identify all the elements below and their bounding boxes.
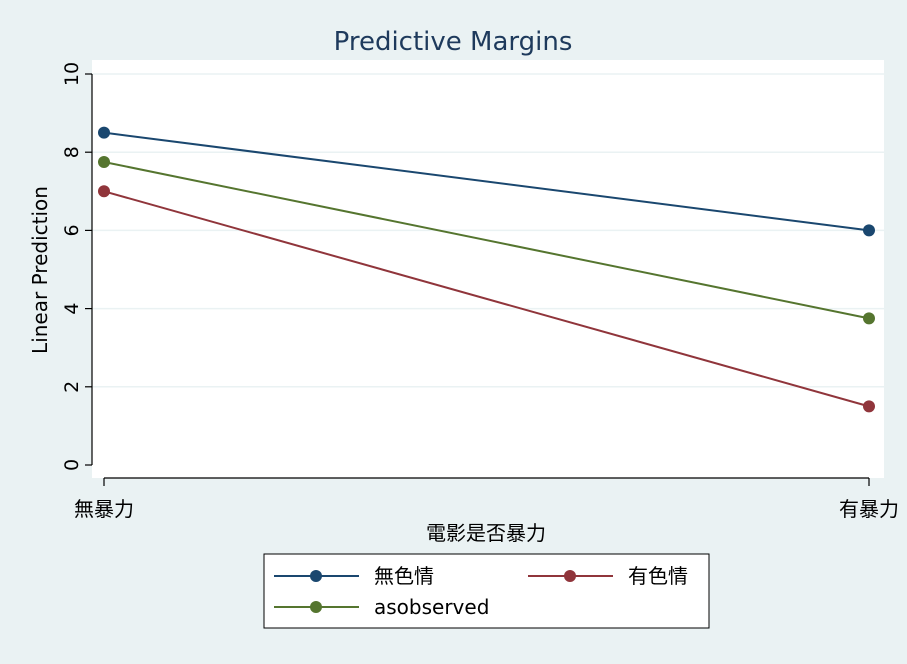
data-point-s0-1 <box>863 224 875 237</box>
legend: 無色情 有色情 asobserved <box>263 553 710 629</box>
legend-label: 有色情 <box>628 564 688 588</box>
legend-label: 無色情 <box>374 564 434 588</box>
chart-title: Predictive Margins <box>334 27 573 57</box>
legend-swatch-marker-1 <box>564 570 576 582</box>
y-tick-label: 2 <box>61 381 83 393</box>
data-point-s2-0 <box>98 155 110 168</box>
chart-root: 0 2 4 6 8 10 無暴力 有暴力 Predictive Margins 電影是否暴力 … <box>0 0 907 660</box>
x-axis-title: 電影是否暴力 <box>426 521 546 545</box>
data-point-s0-0 <box>98 126 110 139</box>
y-tick-label: 0 <box>61 459 83 471</box>
y-tick-label: 8 <box>61 146 83 158</box>
legend-swatch-marker-2 <box>310 601 322 613</box>
y-tick-label: 6 <box>61 224 83 236</box>
y-tick-label: 4 <box>61 303 83 315</box>
data-point-s1-0 <box>98 185 110 198</box>
predictive-margins-chart: 0246810無暴力 有暴力 Predictive Margins 電影是否暴力 … <box>0 0 907 660</box>
x-tick-label: 有暴力 <box>839 497 899 521</box>
x-tick-label: 無暴力 <box>74 497 134 521</box>
legend-swatch-marker-0 <box>310 570 322 582</box>
plot-area <box>92 60 884 478</box>
y-tick-label: 10 <box>61 62 83 86</box>
data-point-s1-1 <box>863 400 875 413</box>
y-axis-title: Linear Prediction <box>28 186 52 354</box>
legend-label: asobserved <box>374 595 489 619</box>
data-point-s2-1 <box>863 312 875 325</box>
